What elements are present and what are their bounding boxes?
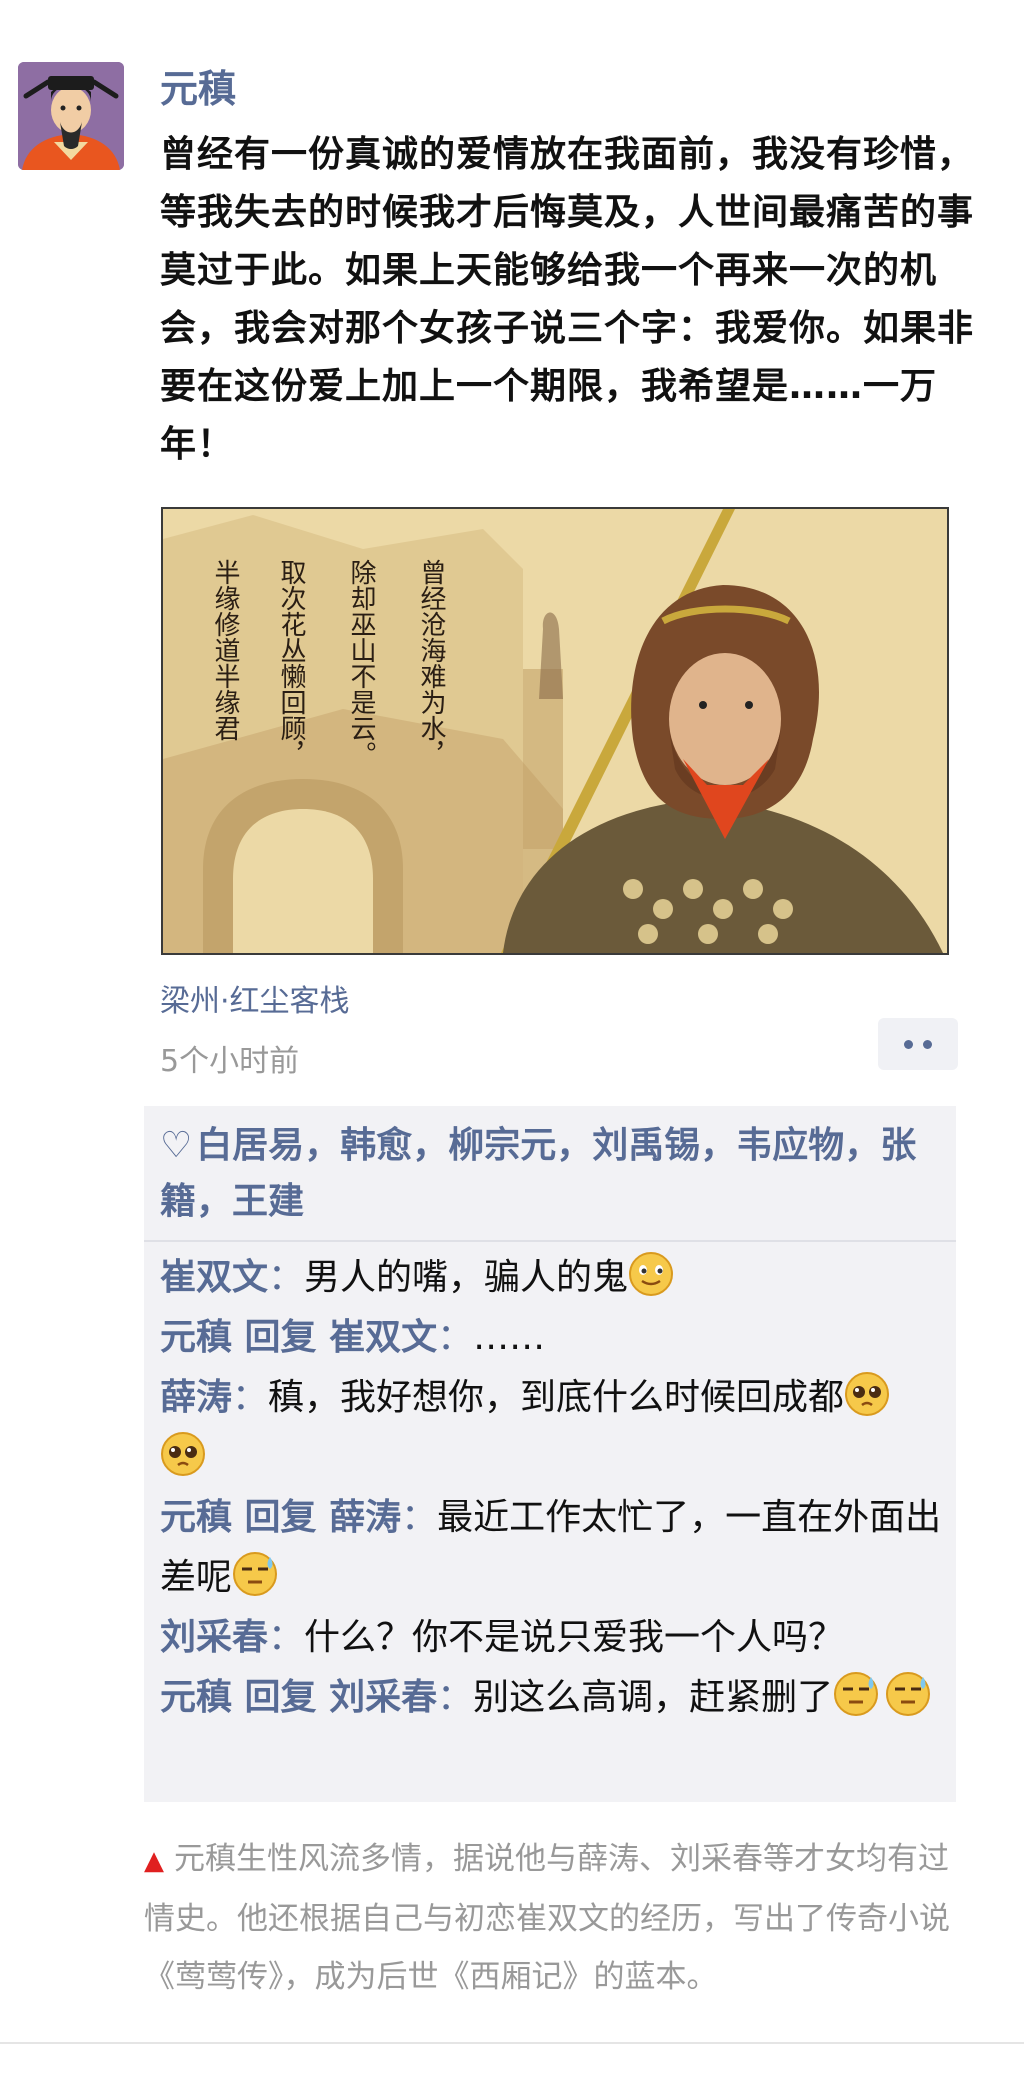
reply-label: 回复 bbox=[232, 1497, 330, 1538]
likes-row: ♡ 白居易，韩愈，柳宗元，刘禹锡，韦应物，张籍，王建 bbox=[144, 1106, 956, 1242]
comment-separator: ： bbox=[268, 1257, 305, 1298]
avatar[interactable] bbox=[18, 62, 124, 170]
more-dot-icon bbox=[904, 1039, 913, 1049]
comment-list: 崔双文：男人的嘴，骗人的鬼 元稹 回复 崔双文：…… 薛涛：稹，我好想你，到底什么时… bbox=[144, 1242, 956, 1728]
comment-author[interactable]: 薛涛 bbox=[160, 1377, 232, 1418]
comment-item[interactable]: 元稹 回复 刘采春：别这么高调，赶紧删了 bbox=[160, 1668, 942, 1728]
reply-target[interactable]: 刘采春 bbox=[329, 1677, 437, 1718]
reply-label: 回复 bbox=[232, 1677, 330, 1718]
comment-separator: ： bbox=[268, 1617, 305, 1658]
comment-text: 稹，我好想你，到底什么时候回成都 bbox=[268, 1377, 845, 1418]
post-location[interactable]: 梁州·红尘客栈 bbox=[160, 976, 350, 1020]
comment-separator: ： bbox=[437, 1677, 474, 1718]
comment-text: 什么？你不是说只爱我一个人吗？ bbox=[304, 1617, 845, 1658]
monkey-king-illustration: 曾经沧海难为水， 除却巫山不是云。 取次花丛懒回顾， 半缘修道半缘君 bbox=[163, 509, 947, 953]
footnote-text: 元稹生性风流多情，据说他与薛涛、刘采春等才女均有过情史。他还根据自己与初恋崔双文… bbox=[144, 1841, 950, 1995]
post-text: 曾经有一份真诚的爱情放在我面前，我没有珍惜，等我失去的时候我才后悔莫及，人世间最… bbox=[160, 134, 975, 465]
smile-emoji-icon bbox=[628, 1251, 674, 1297]
sweat-emoji-icon bbox=[833, 1671, 879, 1717]
likes-names[interactable]: 白居易，韩愈，柳宗元，刘禹锡，韦应物，张籍，王建 bbox=[160, 1125, 916, 1222]
avatar-portrait-image bbox=[18, 62, 124, 170]
likes-and-comments: ♡ 白居易，韩愈，柳宗元，刘禹锡，韦应物，张籍，王建 崔双文：男人的嘴，骗人的鬼元… bbox=[144, 1106, 956, 1802]
comment-author[interactable]: 刘采春 bbox=[160, 1617, 268, 1658]
sweat-emoji-icon bbox=[232, 1551, 278, 1597]
comment-author[interactable]: 元稹 bbox=[160, 1677, 232, 1718]
red-triangle-icon: ▲ bbox=[144, 1846, 164, 1876]
comment-author[interactable]: 元稹 bbox=[160, 1497, 232, 1538]
comment-item[interactable]: 刘采春：什么？你不是说只爱我一个人吗？ bbox=[160, 1608, 942, 1668]
poem-column-4: 半缘修道半缘君 bbox=[210, 559, 240, 741]
comment-separator: ： bbox=[401, 1497, 438, 1538]
comment-text: …… bbox=[473, 1317, 546, 1358]
reply-target[interactable]: 薛涛 bbox=[329, 1497, 401, 1538]
reply-label: 回复 bbox=[232, 1317, 330, 1358]
poem-column-3: 取次花丛懒回顾， bbox=[276, 559, 306, 767]
sweat-emoji-icon bbox=[885, 1671, 931, 1717]
comment-author[interactable]: 元稹 bbox=[160, 1317, 232, 1358]
comment-item[interactable]: 薛涛：稹，我好想你，到底什么时候回成都 bbox=[160, 1368, 942, 1488]
comment-author[interactable]: 崔双文 bbox=[160, 1257, 268, 1298]
footnote: ▲ 元稹生性风流多情，据说他与薛涛、刘采春等才女均有过情史。他还根据自己与初恋崔双… bbox=[144, 1830, 974, 2006]
comment-item[interactable]: 元稹 回复 薛涛：最近工作太忙了，一直在外面出差呢 bbox=[160, 1488, 942, 1608]
pleading-emoji-icon bbox=[160, 1431, 206, 1477]
post-author-name[interactable]: 元稹 bbox=[160, 58, 236, 113]
more-actions-button[interactable] bbox=[878, 1018, 958, 1070]
comment-separator: ： bbox=[437, 1317, 474, 1358]
pleading-emoji-icon bbox=[844, 1371, 890, 1417]
post-image[interactable]: 曾经沧海难为水， 除却巫山不是云。 取次花丛懒回顾， 半缘修道半缘君 bbox=[161, 507, 949, 955]
more-dot-icon bbox=[923, 1039, 932, 1049]
reply-target[interactable]: 崔双文 bbox=[329, 1317, 437, 1358]
comment-separator: ： bbox=[232, 1377, 269, 1418]
comment-item[interactable]: 元稹 回复 崔双文：…… bbox=[160, 1308, 942, 1368]
post-timestamp: 5个小时前 bbox=[160, 1044, 300, 1079]
comment-item[interactable]: 崔双文：男人的嘴，骗人的鬼 bbox=[160, 1248, 942, 1308]
heart-icon: ♡ bbox=[160, 1125, 193, 1166]
comment-text: 别这么高调，赶紧删了 bbox=[473, 1677, 834, 1718]
poem-column-1: 曾经沧海难为水， bbox=[416, 559, 446, 767]
comment-text: 男人的嘴，骗人的鬼 bbox=[304, 1257, 629, 1298]
poem-column-2: 除却巫山不是云。 bbox=[346, 559, 376, 767]
divider bbox=[0, 2042, 1024, 2044]
